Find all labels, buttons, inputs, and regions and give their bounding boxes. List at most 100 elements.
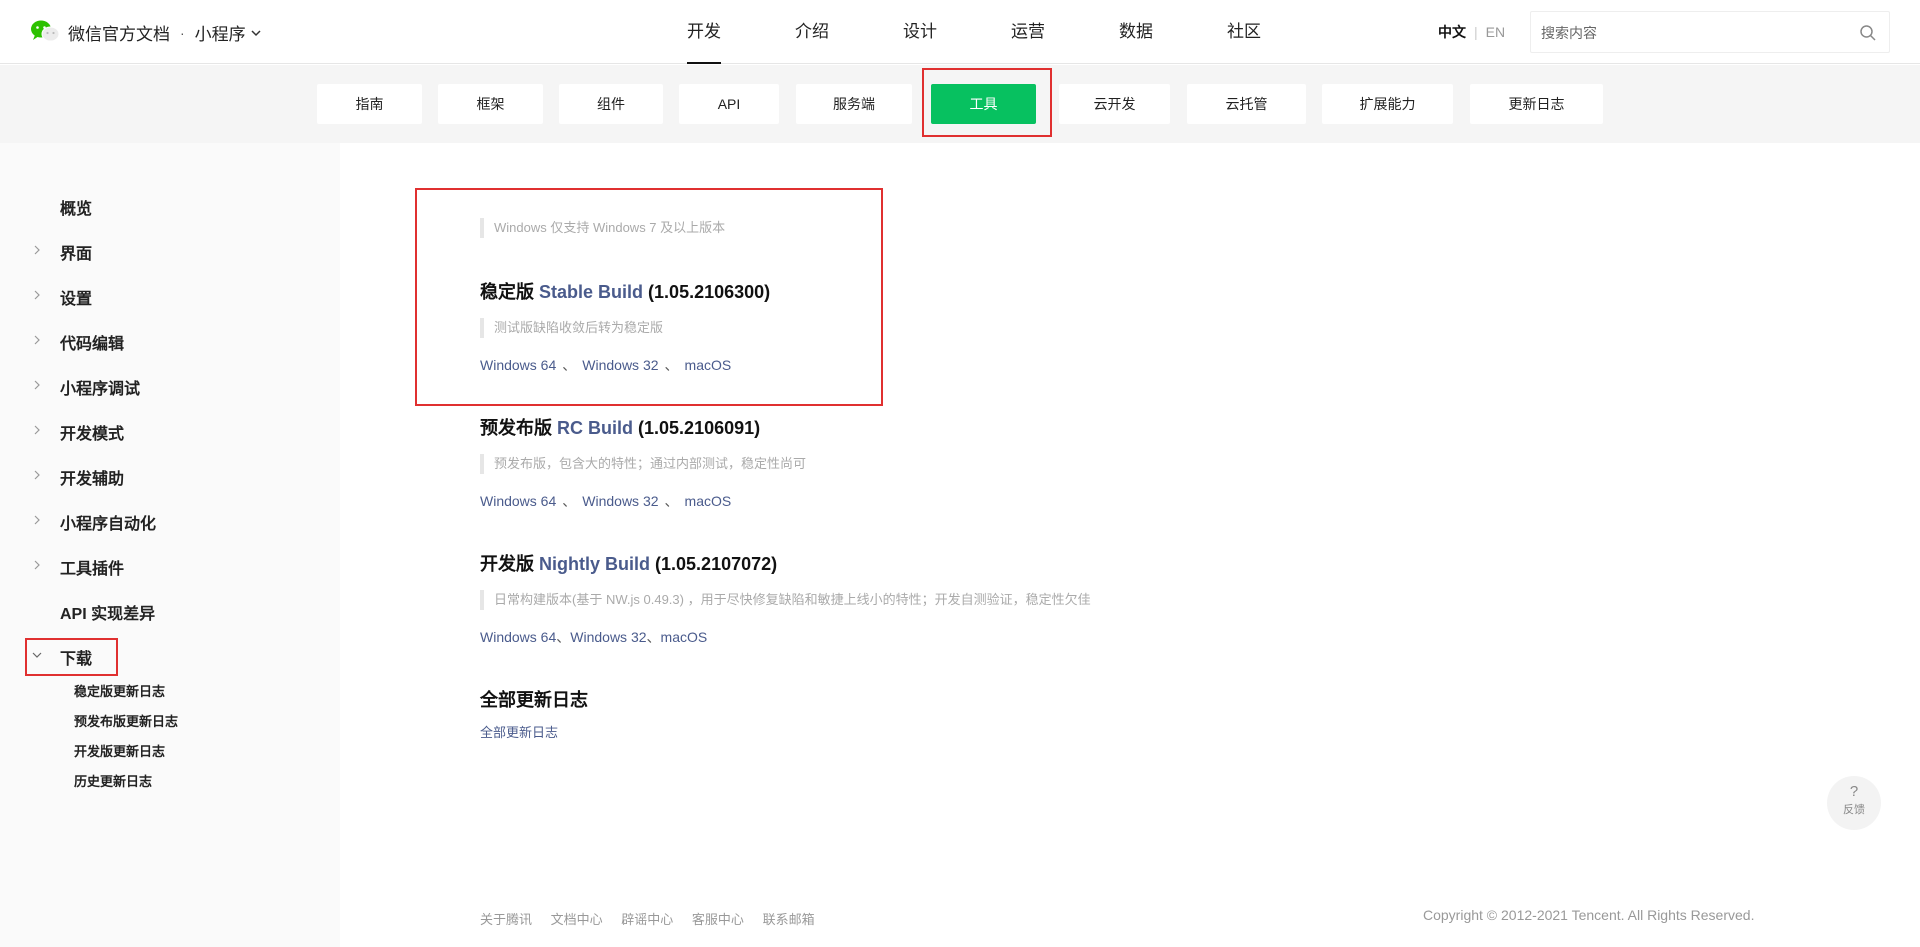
brand: 微信官方文档 · 小程序: [68, 20, 262, 45]
tab-server[interactable]: 服务端: [796, 84, 912, 124]
rc-download-links: Windows 64 、 Windows 32 、 macOS: [480, 491, 731, 511]
rc-win64-link[interactable]: Windows 64: [480, 493, 556, 509]
sidebar-item-label: 开发辅助: [60, 471, 125, 488]
tab-framework[interactable]: 框架: [438, 84, 543, 124]
changelog-heading: 全部更新日志: [480, 690, 588, 710]
windows-note: Windows 仅支持 Windows 7 及以上版本: [480, 218, 725, 238]
sidebar-sub-stable-log[interactable]: 稳定版更新日志: [74, 681, 165, 700]
sidebar-item-label: 界面: [60, 246, 93, 263]
changelog-link[interactable]: 全部更新日志: [480, 725, 558, 740]
link-separator: 、: [562, 493, 577, 509]
nightly-version: (1.05.2107072): [655, 554, 778, 574]
sidebar-sub-history-log[interactable]: 历史更新日志: [74, 771, 152, 790]
sidebar-item-label: 设置: [60, 291, 93, 308]
rc-win32-link[interactable]: Windows 32: [582, 493, 658, 509]
sidebar-item-dev-assist[interactable]: 开发辅助: [0, 460, 340, 490]
rc-title-cn: 预发布版: [480, 418, 552, 438]
tab-components[interactable]: 组件: [559, 84, 663, 124]
tab-cloud-hosting[interactable]: 云托管: [1187, 84, 1306, 124]
rc-heading: 预发布版 RC Build (1.05.2106091): [480, 414, 760, 440]
stable-heading: 稳定版 Stable Build (1.05.2106300): [480, 278, 770, 304]
feedback-button[interactable]: ? 反馈: [1827, 776, 1881, 830]
stable-title-en: Stable Build: [539, 282, 644, 302]
sidebar-item-label: API 实现差异: [60, 606, 156, 623]
chevron-right-icon: [34, 335, 40, 345]
chevron-down-icon: [32, 652, 42, 658]
brand-dot: ·: [180, 24, 185, 41]
rc-title-en: RC Build: [557, 418, 634, 438]
nightly-win64-link[interactable]: Windows 64: [480, 629, 556, 645]
tab-cloud-dev[interactable]: 云开发: [1059, 84, 1170, 124]
footer-service-link[interactable]: 客服中心: [692, 912, 744, 927]
sidebar-item-debug[interactable]: 小程序调试: [0, 370, 340, 400]
chevron-right-icon: [34, 560, 40, 570]
sidebar: 概览 界面 设置 代码编辑 小程序调试 开发模式 开发辅助 小程序自动化 工具插…: [0, 143, 340, 947]
topnav-intro[interactable]: 介绍: [758, 0, 866, 64]
sidebar-item-label: 工具插件: [60, 561, 125, 578]
topnav-data[interactable]: 数据: [1082, 0, 1190, 64]
footer-email-link[interactable]: 联系邮箱: [763, 912, 815, 927]
tab-guide[interactable]: 指南: [317, 84, 422, 124]
product-switcher[interactable]: 小程序: [195, 20, 246, 45]
tab-extensions[interactable]: 扩展能力: [1322, 84, 1453, 124]
lang-separator: |: [1474, 24, 1478, 40]
stable-win32-link[interactable]: Windows 32: [582, 357, 658, 373]
link-separator: 、: [646, 629, 661, 645]
sidebar-item-api-diff[interactable]: API 实现差异: [0, 595, 340, 625]
rc-note: 预发布版，包含大的特性；通过内部测试，稳定性尚可: [480, 454, 806, 474]
nightly-title-en: Nightly Build: [539, 554, 651, 574]
sidebar-item-overview[interactable]: 概览: [0, 190, 340, 220]
lang-en[interactable]: EN: [1486, 24, 1505, 40]
footer-links: 关于腾讯 文档中心 辟谣中心 客服中心 联系邮箱: [480, 909, 830, 928]
tab-changelog[interactable]: 更新日志: [1470, 84, 1603, 124]
topnav-design[interactable]: 设计: [866, 0, 974, 64]
nightly-win32-link[interactable]: Windows 32: [570, 629, 646, 645]
chevron-down-icon[interactable]: [250, 27, 262, 39]
top-nav: 开发 介绍 设计 运营 数据 社区: [650, 0, 1298, 64]
sidebar-item-dev-mode[interactable]: 开发模式: [0, 415, 340, 445]
footer-about-link[interactable]: 关于腾讯: [480, 912, 532, 927]
lang-zh[interactable]: 中文: [1438, 22, 1466, 42]
sidebar-item-label: 代码编辑: [60, 336, 125, 353]
search-box: [1530, 11, 1890, 53]
topnav-dev[interactable]: 开发: [650, 0, 758, 64]
sidebar-item-automation[interactable]: 小程序自动化: [0, 505, 340, 535]
sidebar-item-interface[interactable]: 界面: [0, 235, 340, 265]
brand-title[interactable]: 微信官方文档: [68, 20, 170, 45]
rc-macos-link[interactable]: macOS: [685, 493, 732, 509]
nightly-heading: 开发版 Nightly Build (1.05.2107072): [480, 550, 777, 576]
stable-note: 测试版缺陷收敛后转为稳定版: [480, 318, 663, 338]
tab-api[interactable]: API: [679, 84, 779, 124]
sidebar-item-settings[interactable]: 设置: [0, 280, 340, 310]
top-header: 微信官方文档 · 小程序 开发 介绍 设计 运营 数据 社区 中文 | EN: [0, 0, 1920, 64]
topnav-operation[interactable]: 运营: [974, 0, 1082, 64]
sidebar-sub-rc-log[interactable]: 预发布版更新日志: [74, 711, 178, 730]
language-switch: 中文 | EN: [1438, 22, 1505, 42]
search-input[interactable]: [1541, 23, 1851, 43]
nightly-download-links: Windows 64、Windows 32、macOS: [480, 627, 707, 647]
sidebar-item-plugins[interactable]: 工具插件: [0, 550, 340, 580]
footer-docs-link[interactable]: 文档中心: [551, 912, 603, 927]
nightly-macos-link[interactable]: macOS: [661, 629, 708, 645]
rc-version: (1.05.2106091): [638, 418, 761, 438]
sidebar-item-download[interactable]: 下载: [0, 640, 340, 670]
chevron-right-icon: [34, 425, 40, 435]
help-icon: ?: [1849, 783, 1859, 800]
link-separator: 、: [664, 357, 679, 373]
topnav-community[interactable]: 社区: [1190, 0, 1298, 64]
footer-rumor-link[interactable]: 辟谣中心: [621, 912, 673, 927]
stable-title-cn: 稳定版: [480, 282, 534, 302]
stable-win64-link[interactable]: Windows 64: [480, 357, 556, 373]
link-separator: 、: [556, 629, 571, 645]
chevron-right-icon: [34, 515, 40, 525]
chevron-right-icon: [34, 290, 40, 300]
stable-macos-link[interactable]: macOS: [685, 357, 732, 373]
sidebar-item-label: 概览: [60, 201, 93, 218]
wechat-logo-icon[interactable]: [30, 19, 60, 43]
chevron-right-icon: [34, 245, 40, 255]
link-separator: 、: [664, 493, 679, 509]
sidebar-sub-nightly-log[interactable]: 开发版更新日志: [74, 741, 165, 760]
search-icon[interactable]: [1859, 24, 1877, 42]
tab-tools[interactable]: 工具: [931, 84, 1036, 124]
sidebar-item-code-edit[interactable]: 代码编辑: [0, 325, 340, 355]
